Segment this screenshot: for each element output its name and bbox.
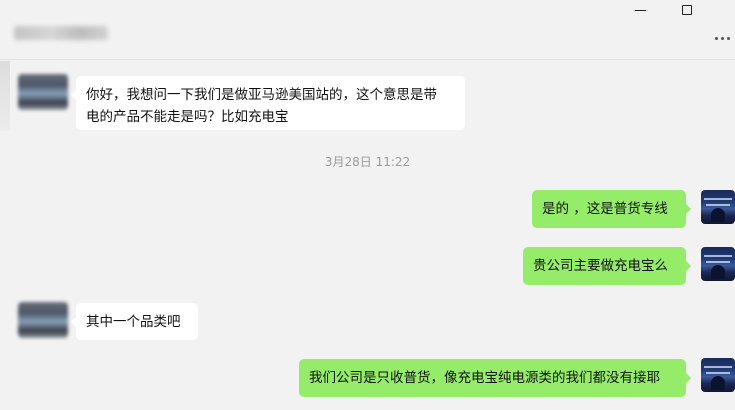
message-text-line: 你好，我想问一下我们是做亚马逊美国站的，这个意思是带: [86, 87, 437, 103]
minimize-button[interactable]: [617, 0, 663, 20]
avatar-detail: [711, 376, 725, 390]
avatar-detail: [704, 198, 732, 200]
avatar-detail: [704, 255, 732, 257]
chat-title-bar: [0, 0, 735, 60]
self-avatar[interactable]: [701, 247, 735, 281]
outgoing-message-bubble: 贵公司主要做充电宝么: [523, 247, 691, 285]
outgoing-message-bubble: 是的 ，这是普货专线: [532, 190, 691, 228]
minimize-icon: [634, 9, 646, 11]
peer-avatar[interactable]: [18, 74, 68, 110]
more-dot: [721, 36, 724, 40]
maximize-icon: [682, 5, 692, 15]
message-text: 其中一个品类吧: [86, 313, 181, 330]
avatar-detail: [704, 366, 732, 368]
message-text-line: 电的产品不能走是吗？比如充电宝: [86, 109, 289, 125]
avatar-detail: [706, 372, 730, 374]
avatar-detail: [711, 265, 725, 279]
more-dot: [727, 36, 730, 40]
avatar-detail: [706, 261, 730, 263]
self-avatar[interactable]: [701, 190, 735, 224]
maximize-button[interactable]: [664, 0, 710, 20]
self-avatar[interactable]: [701, 358, 735, 392]
message-text: 我们公司是只收普货，像充电宝纯电源类的我们都没有接耶: [309, 370, 660, 386]
peer-avatar[interactable]: [18, 302, 68, 338]
more-options-icon: [715, 36, 718, 40]
outgoing-message-bubble: 我们公司是只收普货，像充电宝纯电源类的我们都没有接耶: [299, 359, 691, 397]
avatar-detail: [711, 208, 725, 222]
contact-name-blurred: [14, 26, 108, 40]
incoming-message-bubble: 其中一个品类吧: [71, 303, 198, 340]
message-text: 贵公司主要做充电宝么: [533, 258, 668, 274]
more-options-button[interactable]: [715, 33, 733, 43]
message-timestamp: 3月28日 11:22: [324, 155, 411, 169]
avatar-detail: [706, 204, 730, 206]
sidebar-edge: [0, 61, 10, 131]
message-text: 是的 ，这是普货专线: [542, 201, 668, 217]
incoming-message-bubble: 你好，我想问一下我们是做亚马逊美国站的，这个意思是带 电的产品不能走是吗？比如充…: [71, 76, 465, 130]
